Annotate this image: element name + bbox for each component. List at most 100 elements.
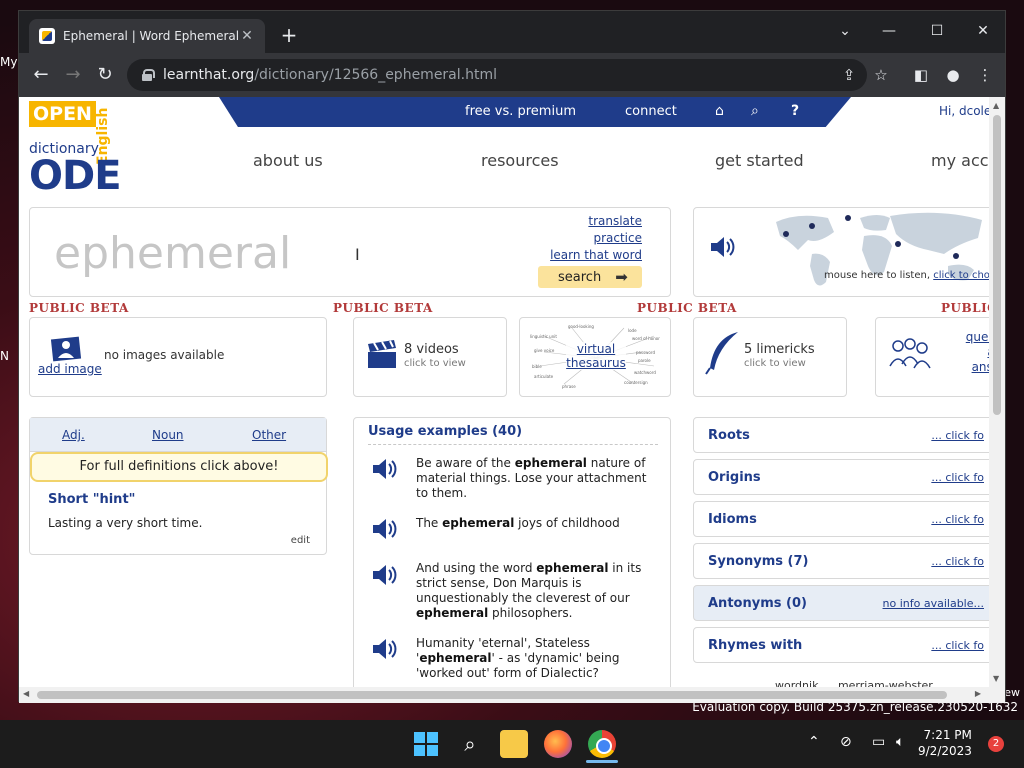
quill-feather-icon — [705, 332, 738, 375]
file-explorer-icon[interactable] — [500, 730, 528, 758]
limericks-sub: click to view — [744, 358, 806, 369]
videos-card[interactable]: 8 videos click to view — [353, 317, 507, 397]
speaker-icon[interactable] — [370, 634, 400, 664]
world-map-icon[interactable] — [768, 210, 1004, 294]
merriam-webster-link[interactable]: merriam-webster — [838, 679, 933, 687]
site-logo[interactable]: OPEN English dictionary ODE — [29, 101, 122, 199]
origins-section[interactable]: Origins ... click fo — [693, 459, 1005, 495]
word-input[interactable]: ephemeral — [54, 228, 291, 279]
questions-card[interactable]: questio and answe — [875, 317, 1005, 397]
connect-link[interactable]: connect — [625, 104, 677, 119]
section-link[interactable]: ... click fo — [931, 429, 984, 442]
vertical-scroll-thumb[interactable] — [993, 115, 1001, 415]
url-host: learnthat.org — [163, 67, 255, 83]
horizontal-scrollbar[interactable]: ◀ ▶ — [19, 687, 1005, 703]
thesaurus-card[interactable]: linguistic unit good-looking lode word of … — [519, 317, 671, 397]
nav-about-us[interactable]: about us — [253, 151, 323, 170]
add-image-link[interactable]: add image — [38, 362, 102, 376]
roots-section[interactable]: Roots ... click fo — [693, 417, 1005, 453]
usage-example: Humanity 'eternal', Stateless 'ephemeral… — [416, 636, 620, 680]
windows-start-icon[interactable] — [412, 730, 440, 758]
volume-icon[interactable]: 🔈︎ — [896, 734, 904, 750]
section-link[interactable]: no info available... — [883, 597, 984, 610]
section-link[interactable]: ... click fo — [931, 513, 984, 526]
profile-icon[interactable]: ● — [943, 65, 963, 85]
back-button[interactable]: ← — [29, 63, 53, 87]
practice-link[interactable]: practice — [593, 231, 642, 245]
tab-noun[interactable]: Noun — [152, 428, 184, 442]
reload-button[interactable]: ↻ — [93, 63, 117, 87]
network-off-icon[interactable]: ⊘ — [840, 734, 852, 750]
rhymes-section[interactable]: Rhymes with ... click fo — [693, 627, 1005, 663]
lock-icon[interactable] — [141, 69, 155, 81]
speaker-icon[interactable] — [370, 514, 400, 544]
antonyms-section[interactable]: Antonyms (0) no info available... — [693, 585, 1005, 621]
section-link[interactable]: ... click fo — [931, 555, 984, 568]
tray-overflow-chevron-icon[interactable]: ⌃ — [808, 734, 820, 750]
clapperboard-icon — [368, 340, 396, 368]
browser-tab[interactable]: Ephemeral | Word Ephemeral at ✕ — [29, 19, 265, 53]
minimize-button[interactable]: — — [869, 17, 909, 45]
tab-adjective[interactable]: Adj. — [62, 428, 85, 442]
help-icon[interactable]: ? — [791, 103, 799, 119]
nav-get-started[interactable]: get started — [715, 151, 804, 170]
search-button[interactable]: search ➡ — [538, 266, 642, 288]
speaker-icon[interactable] — [370, 560, 400, 590]
menu-kebab-icon[interactable]: ⋮ — [975, 65, 995, 85]
close-window-button[interactable]: ✕ — [963, 17, 1003, 45]
pronunciation-map[interactable]: mouse here to listen, click to choose/ad… — [693, 207, 1005, 297]
horizontal-scroll-thumb[interactable] — [37, 691, 947, 699]
scroll-left-arrow-icon[interactable]: ◀ — [23, 689, 29, 698]
section-link[interactable]: ... click fo — [931, 471, 984, 484]
bookmark-star-icon[interactable]: ☆ — [871, 65, 891, 85]
taskbar-search-icon[interactable]: ⌕ — [456, 730, 484, 758]
tab-strip: Ephemeral | Word Ephemeral at ✕ + ⌄ — ☐ … — [19, 11, 1005, 53]
usage-divider — [368, 444, 658, 445]
scroll-up-arrow-icon[interactable]: ▲ — [993, 101, 999, 110]
scroll-down-arrow-icon[interactable]: ▼ — [993, 674, 999, 683]
public-beta-label: PUBLIC BETA — [637, 301, 737, 315]
edit-link[interactable]: edit — [291, 535, 310, 546]
section-link[interactable]: ... click fo — [931, 639, 984, 652]
svg-text:password: password — [636, 350, 655, 355]
word-search-box: ephemeral translate practice learn that … — [29, 207, 671, 297]
desktop-icon-label[interactable]: My — [0, 55, 20, 69]
notification-badge[interactable]: 2 — [988, 736, 1004, 752]
free-vs-premium-link[interactable]: free vs. premium — [465, 104, 576, 119]
system-clock[interactable]: 7:21 PM 9/2/2023 — [918, 727, 972, 759]
page-viewport: OPEN English dictionary ODE free vs. pre… — [19, 97, 1005, 687]
search-icon[interactable]: ⌕ — [751, 103, 759, 119]
tab-other[interactable]: Other — [252, 428, 286, 442]
images-card[interactable]: add image no images available — [29, 317, 327, 397]
display-icon[interactable]: ▭ — [872, 734, 885, 750]
maximize-button[interactable]: ☐ — [917, 17, 957, 45]
pos-tabs: Adj. Noun Other — [30, 418, 326, 452]
vertical-scrollbar[interactable]: ▲ ▼ — [989, 97, 1005, 687]
definitions-panel: Adj. Noun Other For full definitions cli… — [29, 417, 328, 555]
wordnik-link[interactable]: wordnik — [775, 679, 818, 687]
limericks-card[interactable]: 5 limericks click to view — [693, 317, 847, 397]
learn-that-word-link[interactable]: learn that word — [550, 248, 642, 262]
speaker-icon[interactable] — [708, 232, 738, 262]
firefox-icon[interactable] — [544, 730, 572, 758]
new-tab-button[interactable]: + — [277, 23, 301, 47]
virtual-thesaurus-link[interactable]: virtual thesaurus — [566, 342, 626, 370]
address-bar[interactable]: learnthat.org/dictionary/12566_ephemeral… — [127, 59, 867, 91]
desktop-icon-label[interactable]: N — [0, 349, 20, 363]
home-icon[interactable]: ⌂ — [715, 103, 724, 119]
idioms-section[interactable]: Idioms ... click fo — [693, 501, 1005, 537]
chrome-icon[interactable] — [588, 730, 616, 758]
speaker-icon[interactable] — [370, 454, 400, 484]
close-tab-icon[interactable]: ✕ — [239, 28, 255, 44]
forward-button[interactable]: → — [61, 63, 85, 87]
share-icon[interactable]: ⇪ — [839, 65, 859, 85]
scroll-right-arrow-icon[interactable]: ▶ — [975, 689, 981, 698]
tab-search-chevron-icon[interactable]: ⌄ — [825, 17, 865, 45]
synonyms-section[interactable]: Synonyms (7) ... click fo — [693, 543, 1005, 579]
hint-text: Lasting a very short time. — [48, 516, 203, 530]
section-label: Rhymes with — [708, 638, 803, 653]
map-instructions: mouse here to listen, click to choose/ad… — [824, 270, 1004, 281]
translate-link[interactable]: translate — [588, 214, 642, 228]
nav-resources[interactable]: resources — [481, 151, 559, 170]
side-panel-icon[interactable]: ◧ — [911, 65, 931, 85]
